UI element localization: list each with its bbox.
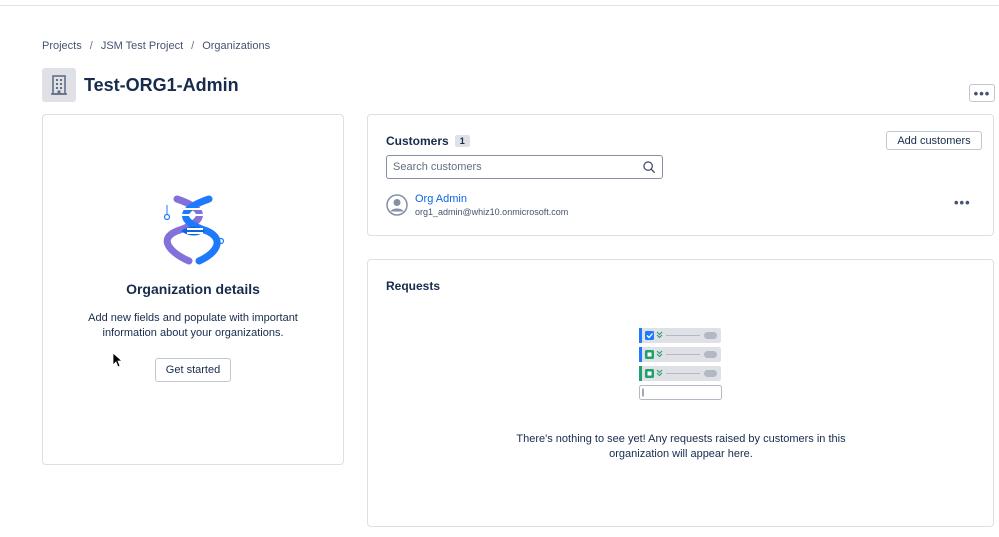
customer-list-item: Org Admin org1_admin@whiz10.onmicrosoft.… [386, 192, 976, 222]
search-icon[interactable] [642, 160, 656, 174]
user-avatar-icon [386, 194, 408, 216]
customer-email: org1_admin@whiz10.onmicrosoft.com [415, 207, 569, 217]
requests-card: Requests There's nothing to see yet! Any… [367, 259, 994, 527]
breadcrumb-separator: / [89, 40, 93, 52]
customers-count-badge: 1 [454, 135, 470, 147]
add-customers-button[interactable]: Add customers [886, 131, 982, 150]
customers-card: Customers 1 Add customers Org Admin org1… [367, 114, 994, 236]
customer-more-icon[interactable]: ••• [954, 195, 971, 210]
organization-details-title: Organization details [126, 281, 260, 297]
get-started-button[interactable]: Get started [155, 358, 231, 382]
organization-details-card: Organization details Add new fields and … [42, 114, 344, 465]
customer-name-link[interactable]: Org Admin [415, 193, 467, 205]
organization-details-description: Add new fields and populate with importa… [88, 312, 298, 339]
mouse-cursor-icon [112, 352, 122, 368]
breadcrumb-project[interactable]: JSM Test Project [101, 40, 183, 52]
breadcrumb-projects[interactable]: Projects [42, 40, 82, 52]
page-title: Test-ORG1-Admin [84, 74, 239, 95]
requests-list-illustration [639, 328, 722, 400]
search-field [386, 155, 663, 179]
breadcrumb-separator: / [191, 40, 195, 52]
breadcrumb: Projects / JSM Test Project / Organizati… [42, 40, 270, 52]
building-icon [42, 68, 76, 102]
requests-empty-message: There's nothing to see yet! Any requests… [516, 433, 846, 460]
breadcrumb-organizations[interactable]: Organizations [202, 40, 270, 52]
search-input[interactable] [393, 161, 642, 173]
more-actions-button[interactable]: ••• [969, 84, 995, 102]
page-header: Test-ORG1-Admin [42, 68, 239, 102]
requests-title: Requests [386, 279, 441, 293]
top-divider [0, 5, 999, 6]
customers-heading: Customers 1 [386, 134, 470, 148]
dna-illustration [163, 195, 225, 265]
customers-title: Customers [386, 134, 449, 148]
